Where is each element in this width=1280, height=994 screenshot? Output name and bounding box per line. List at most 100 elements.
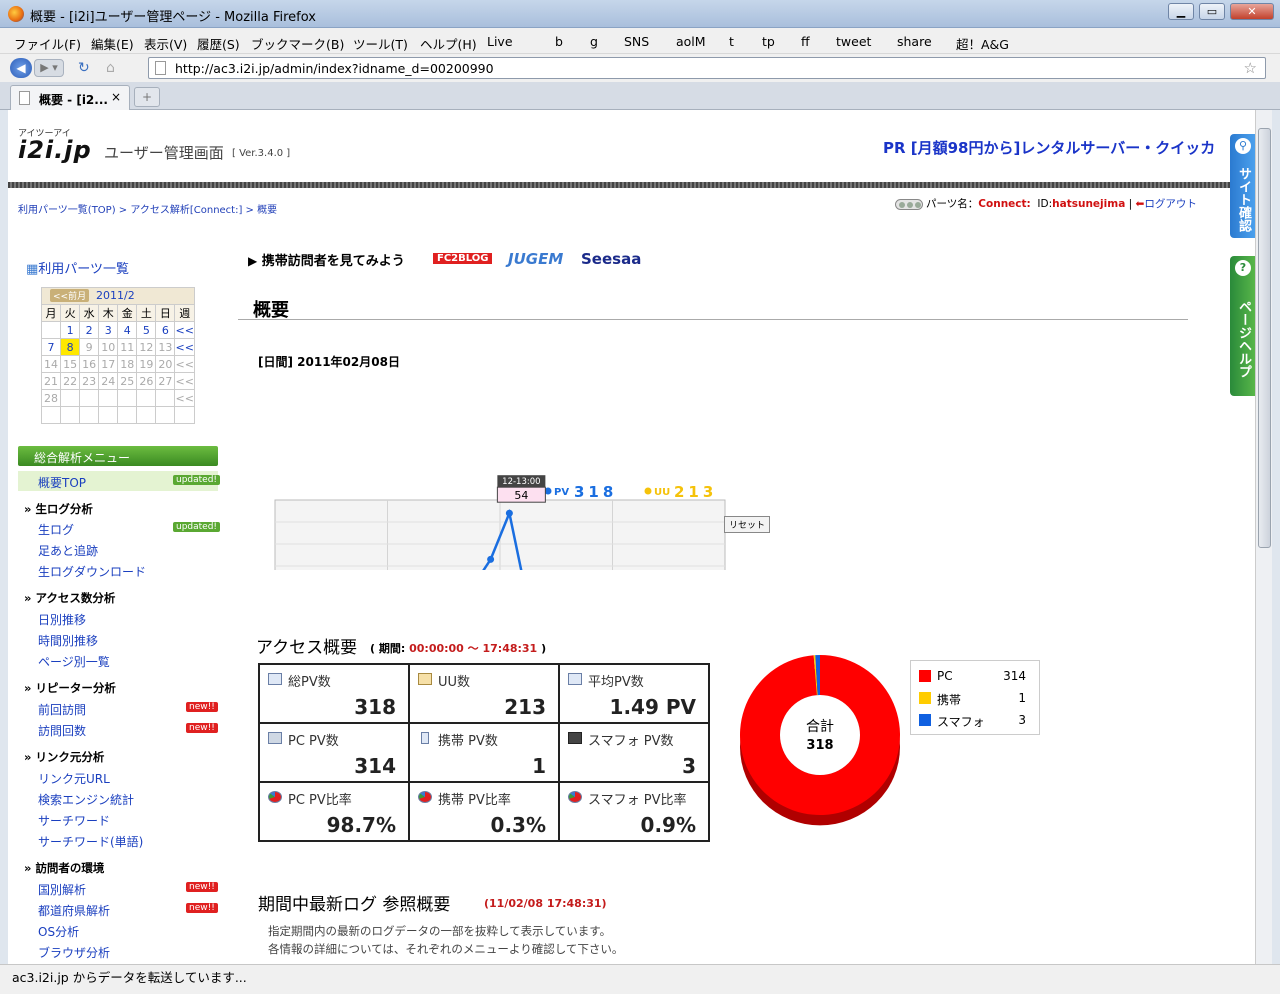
- calendar-day[interactable]: 5: [136, 321, 157, 339]
- menu-visit-count[interactable]: 訪問回数: [38, 722, 86, 739]
- tab-bar: 概要 - [i2... × +: [0, 82, 1280, 110]
- site-check-tab[interactable]: ⚲ サイト確認: [1230, 134, 1255, 238]
- legend-series-total: 318: [574, 483, 617, 501]
- new-badge: new!!: [186, 882, 218, 892]
- menu-prefecture[interactable]: 都道府県解析: [38, 902, 110, 919]
- calendar-day-today[interactable]: 8: [60, 338, 81, 356]
- logo-subtitle: ユーザー管理画面: [104, 144, 224, 162]
- logout-link[interactable]: ログアウト: [1144, 198, 1197, 210]
- bookmark-t[interactable]: t: [729, 34, 734, 49]
- bookmark-g[interactable]: g: [590, 34, 598, 49]
- calendar-week[interactable]: <<: [174, 321, 195, 339]
- bookmark-share[interactable]: share: [897, 34, 932, 49]
- menu-tools[interactable]: ツール(T): [353, 34, 408, 53]
- vertical-scrollbar[interactable]: [1255, 110, 1272, 964]
- menu-country[interactable]: 国別解析: [38, 881, 86, 898]
- bookmark-ff[interactable]: ff: [801, 34, 810, 49]
- pr-link[interactable]: PR [月額98円から]レンタルサーバー・クイッカ: [883, 137, 1215, 158]
- new-tab-button[interactable]: +: [134, 87, 160, 107]
- forward-button[interactable]: ▶ ▾: [34, 59, 64, 77]
- prev-month-button[interactable]: <<前月: [50, 289, 90, 302]
- star-icon[interactable]: ☆: [1244, 59, 1257, 77]
- calendar-day[interactable]: 7: [40, 338, 62, 356]
- section-referrer: » リンク元分析: [24, 750, 105, 764]
- menu-view[interactable]: 表示(V): [144, 34, 187, 53]
- menu-search-engine[interactable]: 検索エンジン統計: [38, 791, 134, 808]
- reset-button[interactable]: リセット: [724, 516, 771, 533]
- menu-search-word-single[interactable]: サーチワード(単語): [38, 833, 143, 850]
- reload-icon[interactable]: ↻: [78, 60, 90, 76]
- stat-avg-pv: 平均PV数 1.49 PV: [558, 663, 710, 724]
- legend-series-name: PV: [554, 487, 569, 498]
- pie-chart-icon: [418, 791, 432, 803]
- section-rawlog: » 生ログ分析: [24, 502, 93, 516]
- stat-mobile-pv: 携帯 PV数 1: [408, 722, 560, 783]
- menu-help[interactable]: ヘルプ(H): [420, 34, 477, 53]
- new-badge: new!!: [186, 903, 218, 913]
- menu-file[interactable]: ファイル(F): [14, 34, 81, 53]
- tab-overview[interactable]: 概要 - [i2... ×: [10, 85, 130, 110]
- back-button[interactable]: ◀: [10, 58, 32, 78]
- jugem-logo[interactable]: JUGEM: [508, 250, 563, 268]
- menu-hourly[interactable]: 時間別推移: [38, 632, 98, 649]
- fc2blog-logo[interactable]: FC2BLOG: [433, 253, 493, 264]
- home-icon[interactable]: ⌂: [106, 60, 115, 76]
- seesaa-logo[interactable]: Seesaa: [581, 250, 641, 268]
- bookmark-tp[interactable]: tp: [762, 34, 775, 49]
- bookmark-live[interactable]: Live: [487, 34, 513, 49]
- menu-os[interactable]: OS分析: [38, 923, 79, 940]
- page-icon: [155, 61, 166, 75]
- latest-log-note-2: 各情報の詳細については、それぞれのメニューより確認して下さい。: [268, 942, 624, 956]
- menu-referrer-url[interactable]: リンク元URL: [38, 770, 110, 787]
- menu-rawlog-download[interactable]: 生ログダウンロード: [38, 563, 146, 580]
- window-title: 概要 - [i2i]ユーザー管理ページ - Mozilla Firefox: [30, 10, 316, 25]
- page-help-label: ページヘルプ: [1236, 300, 1251, 378]
- calendar-day[interactable]: 6: [155, 321, 176, 339]
- url-bar[interactable]: http://ac3.i2i.jp/admin/index?idname_d=0…: [148, 57, 1266, 79]
- legend-swatch: [919, 692, 931, 704]
- maximize-button[interactable]: ▭: [1199, 3, 1225, 20]
- breadcrumb[interactable]: 利用パーツ一覧(TOP) > アクセス解析[Connect:] > 概要: [18, 201, 277, 216]
- calendar-day[interactable]: 1: [60, 321, 81, 339]
- menu-history[interactable]: 履歴(S): [197, 34, 240, 53]
- bookmark-ag[interactable]: 超！A&G: [956, 34, 1009, 53]
- tab-close-icon[interactable]: ×: [111, 90, 121, 104]
- page-help-tab[interactable]: ? ページヘルプ: [1230, 256, 1255, 396]
- menu-bookmarks[interactable]: ブックマーク(B): [251, 34, 344, 53]
- period-value: 00:00:00 ～ 17:48:31: [409, 642, 538, 655]
- calendar-week[interactable]: <<: [174, 338, 195, 356]
- menu-bar: ファイル(F) 編集(E) 表示(V) 履歴(S) ブックマーク(B) ツール(…: [0, 28, 1280, 54]
- calendar-day[interactable]: 3: [98, 321, 119, 339]
- url-text[interactable]: http://ac3.i2i.jp/admin/index?idname_d=0…: [175, 61, 494, 76]
- close-button[interactable]: ✕: [1230, 3, 1274, 20]
- bookmark-tweet[interactable]: tweet: [836, 34, 871, 49]
- logo[interactable]: i2i.jp: [18, 136, 92, 164]
- menu-footprint[interactable]: 足あと追跡: [38, 542, 98, 559]
- logout-icon[interactable]: ⬅: [1136, 198, 1145, 210]
- menu-prev-visit[interactable]: 前回訪問: [38, 701, 86, 718]
- window-icon: [268, 673, 282, 685]
- parts-name: Connect:: [978, 198, 1031, 210]
- title-divider: [238, 319, 1188, 320]
- menu-browser[interactable]: ブラウザ分析: [38, 944, 110, 961]
- mobile-prompt: ▶ 携帯訪問者を見てみよう: [248, 254, 405, 269]
- menu-daily[interactable]: 日別推移: [38, 611, 86, 628]
- latest-log-note-1: 指定期間内の最新のログデータの一部を抜粋して表示しています。: [268, 924, 612, 938]
- calendar-day[interactable]: 4: [117, 321, 138, 339]
- stat-pc-pv: PC PV数 314: [258, 722, 410, 783]
- tooltip-peak-time: 12-13:00: [502, 477, 540, 487]
- menu-edit[interactable]: 編集(E): [91, 34, 134, 53]
- menu-rawlog[interactable]: 生ログ: [38, 521, 74, 538]
- bookmark-sns[interactable]: SNS: [624, 34, 649, 49]
- calendar-day[interactable]: 2: [79, 321, 100, 339]
- menu-search-word[interactable]: サーチワード: [38, 812, 110, 829]
- bookmark-b[interactable]: b: [555, 34, 563, 49]
- bookmark-aolm[interactable]: aolM: [676, 34, 706, 49]
- scrollbar-thumb[interactable]: [1258, 128, 1271, 548]
- menu-overview-top[interactable]: 概要TOP: [38, 474, 86, 491]
- legend-swatch: [919, 714, 931, 726]
- menu-pages[interactable]: ページ別一覧: [38, 653, 110, 670]
- minimize-button[interactable]: ▁: [1168, 3, 1194, 20]
- parts-list-link[interactable]: ▦利用パーツ一覧: [26, 258, 129, 277]
- legend-item-pc: PC 314: [919, 668, 1034, 686]
